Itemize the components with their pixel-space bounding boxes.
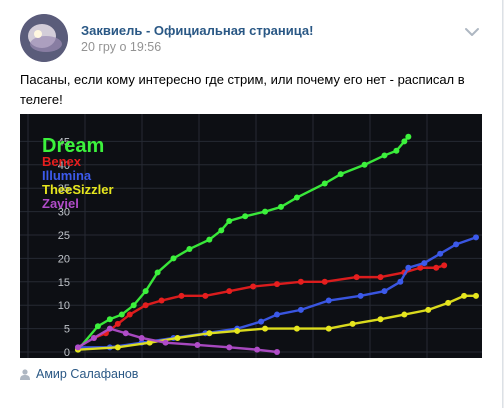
series-line-3 [77,294,476,351]
data-point [94,323,101,330]
post-signer-link[interactable]: Амир Салафанов [20,367,138,381]
data-point [437,250,444,257]
y-tick-label: 5 [64,324,70,336]
data-point [421,260,428,267]
data-point [441,262,448,269]
data-point [405,264,412,271]
data-point [122,330,129,337]
legend-benex: Benex [42,154,82,169]
legend-zaviel: Zaviel [42,196,79,211]
data-point [75,344,81,351]
data-point [397,278,404,285]
data-point [353,274,360,281]
data-point [226,288,233,295]
post-date[interactable]: 20 гру о 19:56 [81,40,161,54]
data-point [206,330,213,337]
data-point [325,325,332,332]
data-point [106,316,113,323]
author-avatar[interactable] [20,14,68,62]
data-point [433,264,440,271]
data-point [162,339,169,346]
data-point [114,344,121,351]
chart-svg: 051015202530354045DreamBenexIlluminaThee… [20,114,482,358]
legend-illumina: Illumina [42,168,92,183]
data-point [206,236,213,243]
data-point [218,227,225,234]
data-point [254,346,261,353]
data-point [202,292,209,299]
data-point [262,325,269,332]
wall-post: Заквиель - Официальная страница! 20 гру … [0,0,503,408]
data-point [130,302,137,309]
legend-theesizzler: TheeSizzler [42,182,114,197]
data-point [349,320,356,327]
data-point [142,302,149,309]
author-name-link[interactable]: Заквиель - Официальная страница! [81,23,313,38]
data-point [377,274,384,281]
data-point [445,299,452,306]
y-tick-label: 10 [58,300,70,312]
data-point [401,138,408,145]
data-point [293,325,300,332]
data-point [226,217,233,224]
y-tick-label: 20 [58,253,70,265]
data-point [473,234,479,241]
series-line-1 [93,264,445,340]
data-point [325,297,332,304]
data-point [174,334,181,341]
data-point [277,203,284,210]
chevron-down-icon [465,28,479,36]
data-point [321,278,328,285]
data-point [158,297,165,304]
data-point [461,292,468,299]
data-point [178,292,185,299]
y-tick-label: 25 [58,230,70,242]
data-point [357,292,364,299]
data-point [118,311,125,318]
data-point [258,318,265,325]
data-point [234,327,241,334]
signer-name: Амир Салафанов [36,367,139,381]
y-tick-label: 15 [58,277,70,289]
data-point [293,194,300,201]
data-point [381,152,388,159]
data-point [337,171,344,178]
data-point [274,311,280,318]
data-point [401,311,408,318]
data-point [154,269,161,276]
post-menu-button[interactable] [464,25,480,37]
data-point [90,334,97,341]
series-line-2 [78,236,477,349]
data-point [297,306,304,313]
data-point [242,213,249,220]
data-point [321,180,328,187]
data-point [274,281,280,288]
data-point [126,311,133,318]
data-point [274,349,280,355]
y-tick-label: 0 [64,347,70,358]
data-point [361,161,368,168]
user-icon [20,369,30,380]
data-point [250,283,257,290]
data-point [186,246,193,253]
data-point [473,292,479,299]
data-point [106,325,113,332]
post-image-chart[interactable]: 0 5 10 15 20 25 30 35 40 45 Dream Benex Illumina Thee… [20,114,482,358]
data-point [194,341,201,348]
data-point [377,316,384,323]
data-point [170,255,177,262]
data-point [138,334,145,341]
data-point [114,320,121,327]
data-point [453,241,460,248]
data-point [381,288,388,295]
data-point [142,288,149,295]
data-point [226,344,233,351]
data-point [393,147,400,154]
data-point [405,133,412,140]
data-point [297,278,304,285]
data-point [425,306,432,313]
data-point [262,208,269,215]
post-text-line-1: Пасаны, если кому интересно где стрим, и… [20,72,465,107]
